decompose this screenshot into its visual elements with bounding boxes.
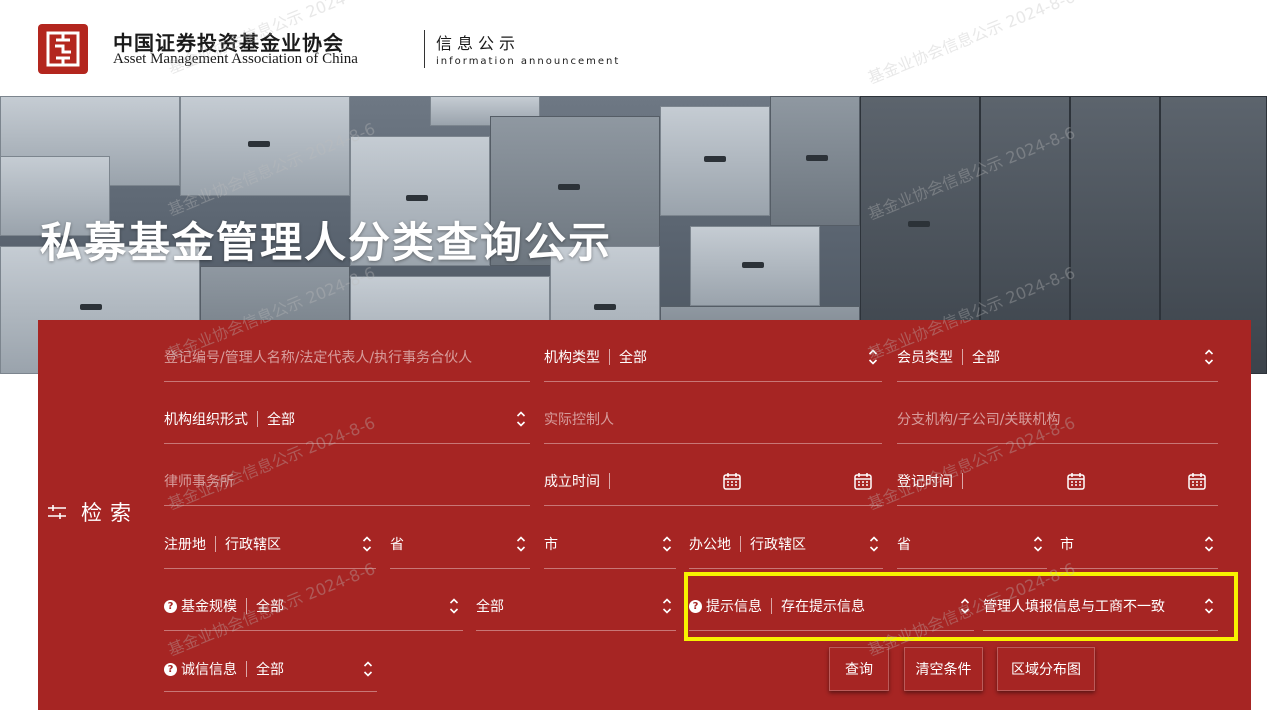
calendar-icon[interactable] (1066, 471, 1086, 491)
chevron-updown-icon (1204, 598, 1214, 614)
established-date-range[interactable]: 成立时间 (544, 444, 882, 506)
org-type-value: 全部 (619, 350, 647, 366)
site-header: 中国证券投资基金业协会 Asset Management Association… (0, 0, 1267, 96)
org-form-value: 全部 (267, 412, 295, 428)
fund-scale-select[interactable]: ? 基金规模 全部 (164, 569, 463, 631)
section-name-en: information announcement (436, 56, 621, 67)
office-province-value: 省 (897, 537, 911, 553)
law-firm-placeholder: 律师事务所 (164, 474, 234, 490)
chevron-updown-icon (1204, 349, 1214, 365)
reg-place-value: 行政辖区 (225, 537, 281, 553)
search-section-label: 检索 (47, 497, 139, 527)
search-label: 检索 (81, 501, 139, 525)
hint-info-select[interactable]: ? 提示信息 存在提示信息 (689, 569, 974, 631)
branch-input[interactable]: 分支机构/子公司/关联机构 (897, 382, 1218, 444)
member-type-label: 会员类型 (897, 350, 953, 366)
chevron-updown-icon (1033, 536, 1043, 552)
controller-input[interactable]: 实际控制人 (544, 382, 882, 444)
reg-city-value: 市 (544, 537, 558, 553)
controller-placeholder: 实际控制人 (544, 412, 614, 428)
fund-scale-value: 全部 (256, 599, 284, 615)
org-type-label: 机构类型 (544, 350, 600, 366)
office-city-select[interactable]: 市 (1060, 507, 1218, 569)
fund-scale-sub-select[interactable]: 全部 (476, 569, 676, 631)
reg-city-select[interactable]: 市 (544, 507, 676, 569)
chevron-updown-icon (363, 661, 373, 677)
member-type-select[interactable]: 会员类型 全部 (897, 320, 1218, 382)
org-name-en: Asset Management Association of China (113, 51, 358, 67)
chevron-updown-icon (869, 536, 879, 552)
integrity-info-select[interactable]: ? 诚信信息 全部 (164, 630, 377, 692)
chevron-updown-icon (516, 411, 526, 427)
office-place-select[interactable]: 办公地 行政辖区 (689, 507, 883, 569)
chevron-updown-icon (516, 536, 526, 552)
chevron-updown-icon (662, 536, 672, 552)
help-question-icon[interactable]: ? (164, 599, 177, 613)
integrity-info-label: 诚信信息 (181, 662, 237, 678)
reg-province-select[interactable]: 省 (390, 507, 530, 569)
org-form-select[interactable]: 机构组织形式 全部 (164, 382, 530, 444)
calendar-icon[interactable] (722, 471, 742, 491)
org-form-label: 机构组织形式 (164, 412, 248, 428)
fund-scale-label: 基金规模 (181, 599, 237, 615)
org-type-select[interactable]: 机构类型 全部 (544, 320, 882, 382)
filter-sliders-icon (48, 505, 66, 519)
reg-province-value: 省 (390, 537, 404, 553)
office-place-label: 办公地 (689, 537, 731, 553)
integrity-info-value: 全部 (256, 662, 284, 678)
calendar-icon[interactable] (853, 471, 873, 491)
page-title: 私募基金管理人分类查询公示 (40, 218, 613, 267)
header-divider (424, 30, 425, 68)
keyword-search-placeholder: 登记编号/管理人名称/法定代表人/执行事务合伙人 (164, 350, 473, 366)
chevron-updown-icon (1204, 536, 1214, 552)
office-province-select[interactable]: 省 (897, 507, 1047, 569)
registered-date-range[interactable]: 登记时间 (897, 444, 1218, 506)
chevron-updown-icon (868, 349, 878, 365)
keyword-search-input[interactable]: 登记编号/管理人名称/法定代表人/执行事务合伙人 (164, 320, 530, 382)
branch-placeholder: 分支机构/子公司/关联机构 (897, 412, 1061, 428)
registered-date-label: 登记时间 (897, 474, 953, 490)
chevron-updown-icon (960, 598, 970, 614)
calendar-icon[interactable] (1187, 471, 1207, 491)
chevron-updown-icon (449, 598, 459, 614)
fund-scale-sub-value: 全部 (476, 599, 504, 615)
query-button[interactable]: 查询 (829, 647, 889, 691)
help-question-icon[interactable]: ? (164, 662, 177, 676)
office-city-value: 市 (1060, 537, 1074, 553)
established-date-label: 成立时间 (544, 474, 600, 490)
help-question-icon[interactable]: ? (689, 599, 702, 613)
clear-conditions-button[interactable]: 清空条件 (904, 647, 983, 691)
office-place-value: 行政辖区 (750, 537, 806, 553)
hint-detail-value: 管理人填报信息与工商不一致 (983, 599, 1165, 615)
reg-place-select[interactable]: 注册地 行政辖区 (164, 507, 376, 569)
chevron-updown-icon (662, 598, 672, 614)
section-name-cn: 信息公示 (436, 34, 521, 53)
hint-detail-select[interactable]: 管理人填报信息与工商不一致 (983, 569, 1218, 631)
hint-info-value: 存在提示信息 (781, 599, 865, 615)
member-type-value: 全部 (972, 350, 1000, 366)
reg-place-label: 注册地 (164, 537, 206, 553)
law-firm-input[interactable]: 律师事务所 (164, 444, 530, 506)
hint-info-label: 提示信息 (706, 599, 762, 615)
amac-logo-icon[interactable] (38, 24, 88, 74)
region-map-button[interactable]: 区域分布图 (997, 647, 1095, 691)
chevron-updown-icon (362, 536, 372, 552)
